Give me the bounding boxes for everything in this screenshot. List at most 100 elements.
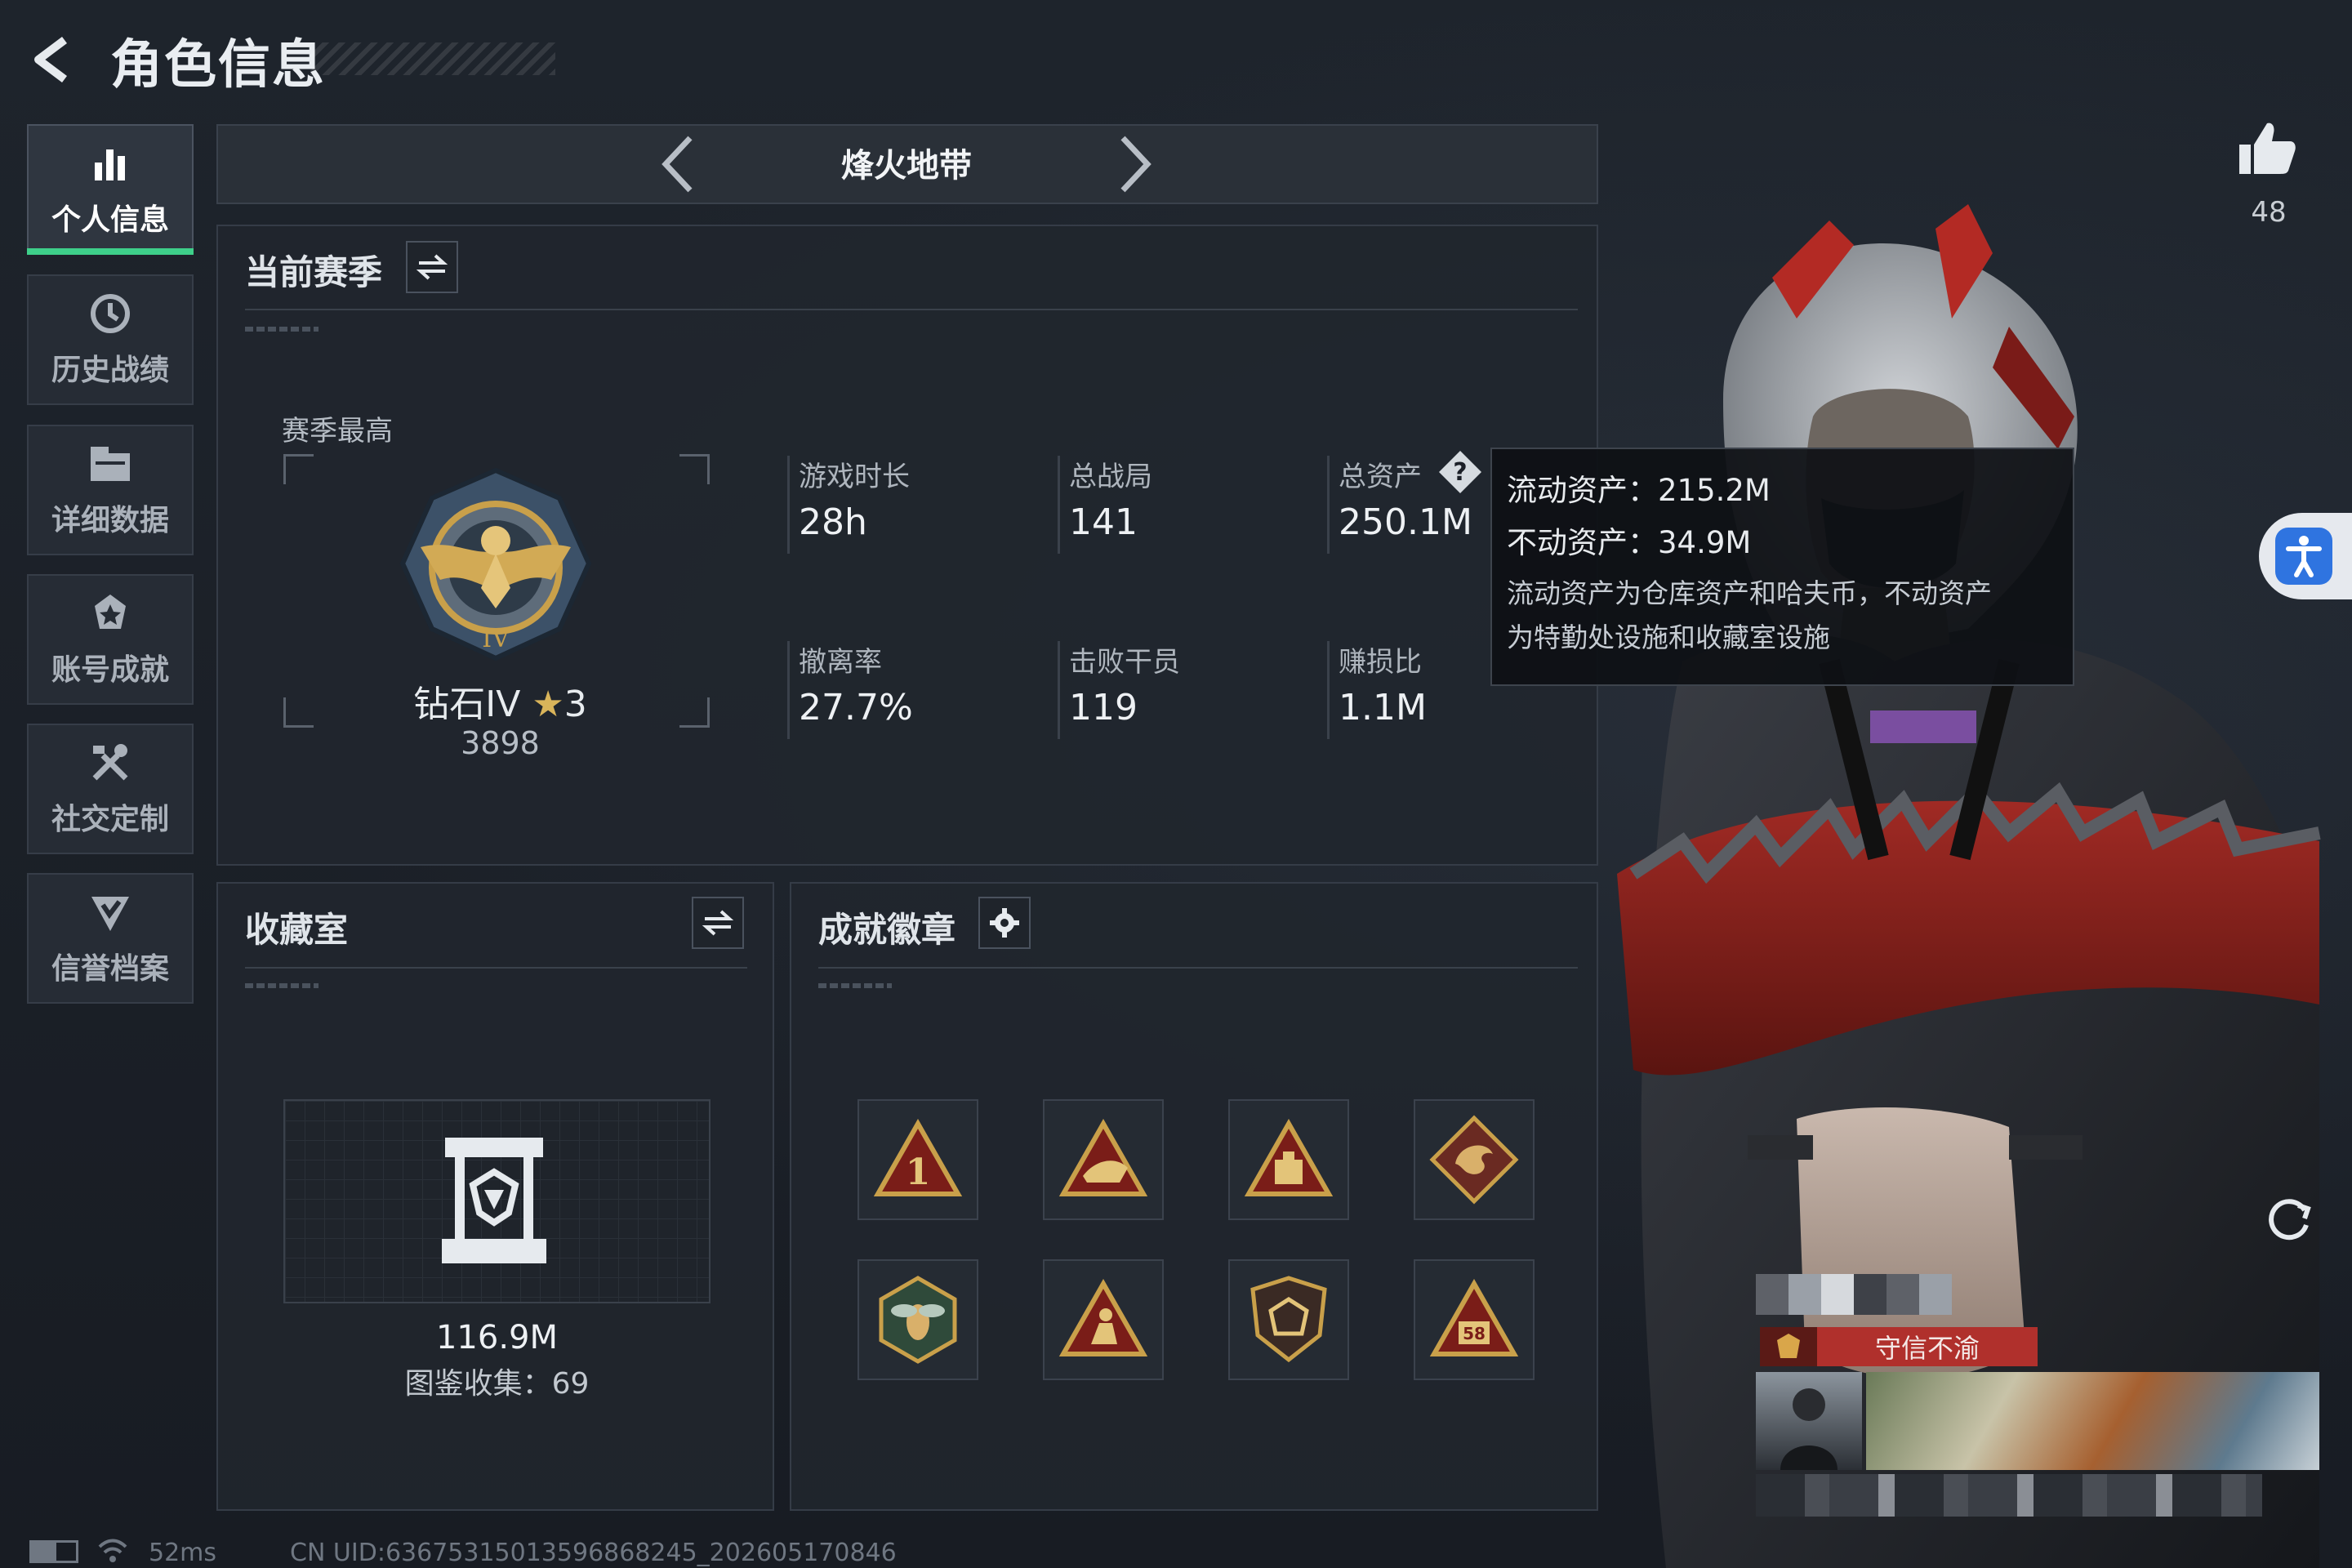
avatar-card[interactable] [1756, 1372, 1862, 1470]
sidebar-item-personal-info[interactable]: 个人信息 [27, 124, 194, 255]
stat-separator [787, 456, 790, 554]
season-divider [245, 309, 1578, 310]
sidebar-item-social-custom[interactable]: 社交定制 [27, 724, 194, 854]
svg-text:1: 1 [906, 1152, 931, 1193]
stat-separator [1058, 641, 1060, 739]
stat-label-operators-defeated: 击败干员 [1069, 646, 1180, 679]
stat-label-total-matches: 总战局 [1069, 461, 1152, 493]
stat-separator [1327, 641, 1330, 739]
stat-value-playtime: 28h [799, 501, 867, 543]
title-emblem-icon [1760, 1327, 1817, 1366]
collection-value: 116.9M [435, 1319, 559, 1356]
assets-tooltip: 流动资产：215.2M 不动资产：34.9M 流动资产为仓库资产和哈夫币，不动资… [1490, 448, 2074, 686]
like-count: 48 [2251, 196, 2287, 229]
tooltip-note-line-2: 为特勤处设施和收藏室设施 [1507, 621, 1830, 653]
like-button[interactable] [2236, 118, 2301, 184]
stat-label-playtime: 游戏时长 [799, 461, 910, 493]
shield-check-icon [87, 889, 133, 935]
sidebar-item-credit-record[interactable]: 信誉档案 [27, 873, 194, 1004]
section-decoration [245, 327, 318, 332]
uid-text: CN UID:6367531501359686824​5_20260517084… [290, 1539, 897, 1567]
rank-name: 钻石IV [413, 684, 521, 725]
season-best-label: 赛季最高 [282, 415, 393, 448]
frame-corner [283, 454, 314, 484]
sidebar-item-label: 历史战绩 [51, 354, 169, 387]
frame-corner [679, 454, 710, 484]
history-clock-icon [87, 291, 133, 336]
badge-tile[interactable] [1228, 1259, 1349, 1380]
badges-divider [818, 967, 1578, 969]
badge-tile[interactable] [1043, 1259, 1164, 1380]
avatar-portrait-icon [1780, 1388, 1838, 1470]
badge-tile[interactable] [858, 1259, 978, 1380]
stat-value-extraction-rate: 27.7% [799, 687, 913, 728]
badge-tile[interactable]: 1 [858, 1099, 978, 1220]
thumbs-up-icon [2239, 122, 2296, 174]
stat-label-extraction-rate: 撤离率 [799, 646, 882, 679]
dragon-badge-icon [1429, 1115, 1519, 1205]
sail-badge-icon [1058, 1119, 1148, 1196]
diamond-rank-emblem-icon: IV [399, 467, 592, 662]
stat-separator [787, 641, 790, 739]
wifi-icon [98, 1539, 127, 1562]
sidebar-item-label: 账号成就 [51, 653, 169, 687]
swap-icon [416, 254, 448, 280]
next-mode-button[interactable] [1107, 127, 1164, 201]
stat-value-total-assets: 250.1M [1339, 501, 1472, 543]
sidebar-item-label: 详细数据 [51, 504, 169, 537]
collection-title: 收藏室 [245, 910, 349, 950]
rank-one-badge-icon: 1 [873, 1119, 963, 1196]
assets-help-button[interactable]: ? [1436, 448, 1485, 497]
prev-mode-button[interactable] [649, 127, 706, 201]
bunker-badge-icon [1244, 1119, 1334, 1196]
stat-value-profit-ratio: 1.1M [1339, 687, 1427, 728]
chevron-right-icon [1120, 136, 1152, 193]
section-decoration [818, 983, 892, 988]
badge-tile[interactable]: 58 [1414, 1259, 1535, 1380]
rank-stars: 3 [564, 684, 587, 725]
rotate-character-button[interactable] [2262, 1192, 2316, 1246]
badges-settings-button[interactable] [978, 897, 1031, 949]
stat-value-total-matches: 141 [1069, 501, 1138, 543]
star-icon: ★ [532, 684, 564, 725]
accessibility-button[interactable] [2259, 513, 2352, 599]
number-58-badge-icon: 58 [1429, 1279, 1519, 1356]
stat-value-operators-defeated: 119 [1069, 687, 1138, 728]
accessibility-icon [2275, 528, 2332, 585]
swap-icon [702, 910, 734, 936]
battery-icon [29, 1540, 78, 1563]
stat-label-profit-ratio: 赚损比 [1339, 646, 1422, 679]
badges-title: 成就徽章 [818, 910, 956, 950]
chevron-left-icon [662, 136, 693, 193]
season-title: 当前赛季 [245, 252, 383, 292]
title-tag-text: 守信不渝 [1874, 1333, 1980, 1364]
rank-label: 钻石IV ★3 [404, 675, 596, 727]
mode-title: 烽火地带 [841, 147, 972, 185]
sidebar-item-history[interactable]: 历史战绩 [27, 274, 194, 405]
back-button[interactable] [24, 31, 82, 88]
sidebar-item-account-achievements[interactable]: 账号成就 [27, 574, 194, 705]
question-diamond-icon: ? [1439, 451, 1481, 493]
tooltip-note-line-1: 流动资产为仓库资产和哈夫币，不动资产 [1507, 577, 1992, 609]
climber-badge-icon [1058, 1279, 1148, 1356]
collection-switch-button[interactable] [692, 897, 744, 949]
svg-text:IV: IV [482, 625, 510, 653]
name-card-banner[interactable] [1866, 1372, 2319, 1470]
rotate-icon [2269, 1199, 2311, 1241]
badge-tile[interactable] [1043, 1099, 1164, 1220]
sidebar-item-detailed-data[interactable]: 详细数据 [27, 425, 194, 555]
page-title: 角色信息 [110, 35, 326, 96]
stat-separator [1327, 456, 1330, 554]
season-switch-button[interactable] [406, 241, 458, 293]
ping-text: 52ms [149, 1539, 217, 1567]
tools-icon [87, 740, 133, 786]
gear-icon [990, 908, 1019, 938]
achievement-icon [87, 590, 133, 636]
collection-divider [245, 967, 747, 969]
section-decoration [245, 983, 318, 988]
stat-separator [1058, 456, 1060, 554]
badge-tile[interactable] [1228, 1099, 1349, 1220]
sidebar-item-label: 社交定制 [51, 803, 169, 836]
svg-text:58: 58 [1463, 1324, 1486, 1343]
badge-tile[interactable] [1414, 1099, 1535, 1220]
